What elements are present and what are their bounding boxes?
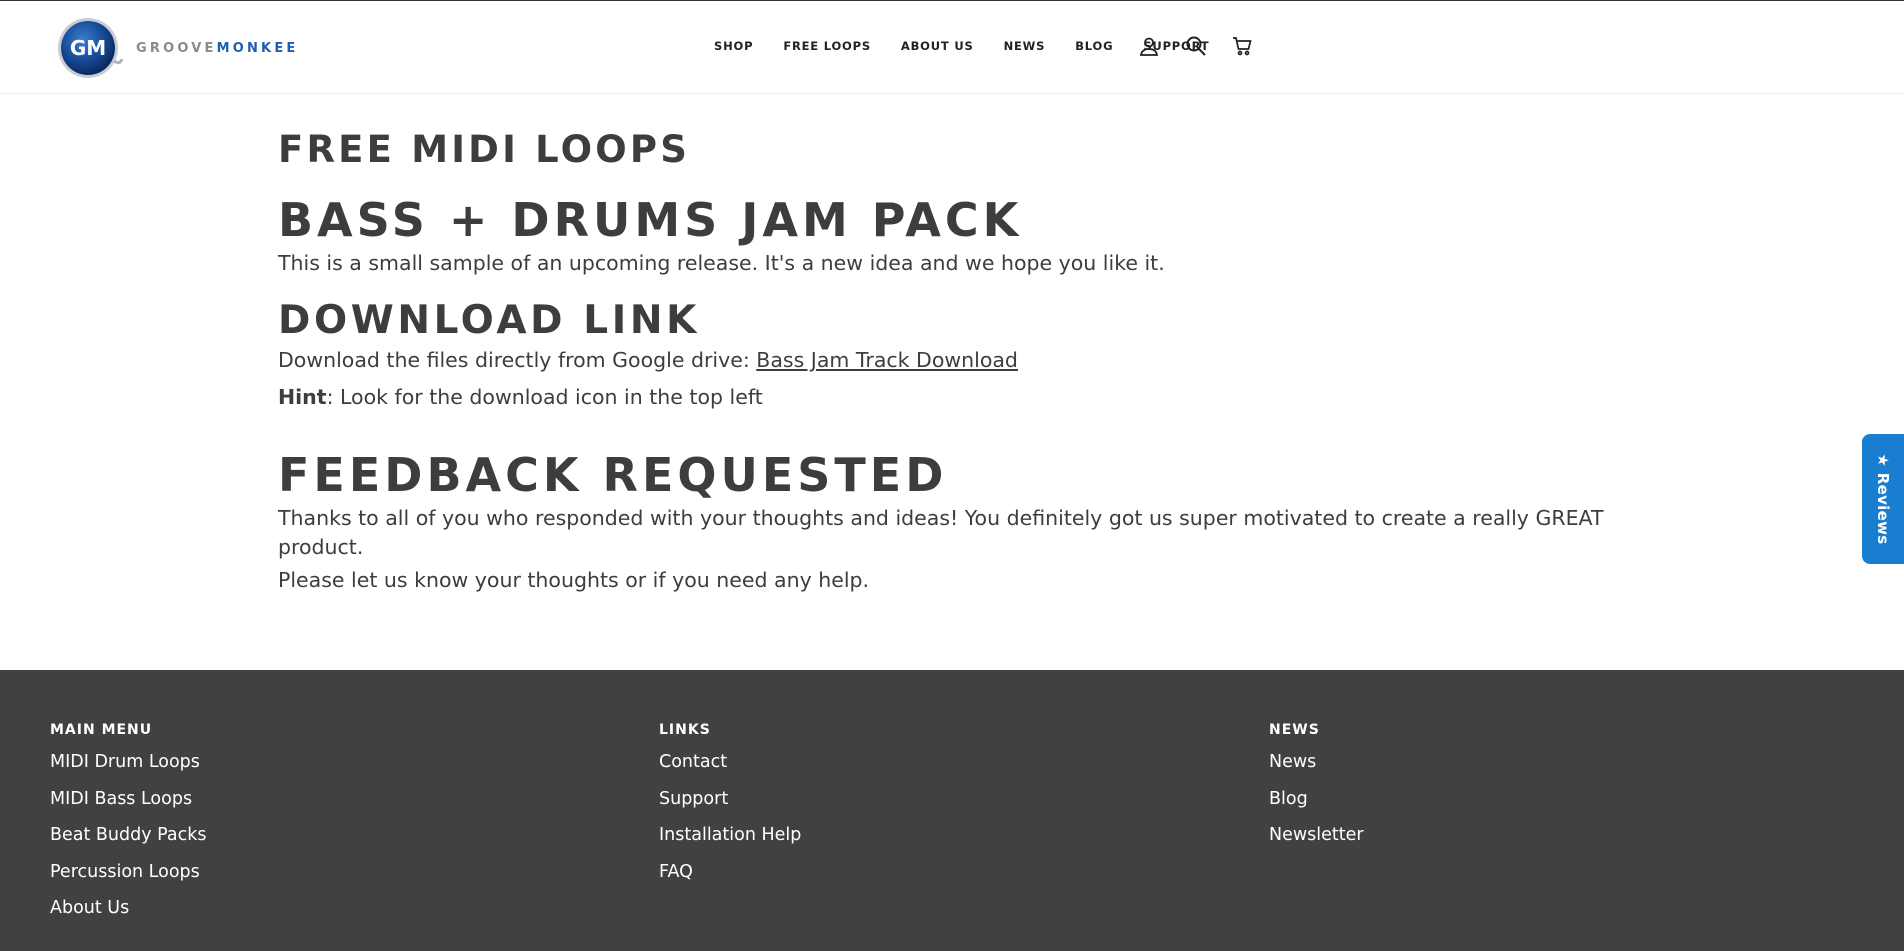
logo-badge-icon: GM (56, 17, 124, 79)
site-header: GM GROOVEMONKEE SHOP FREE LOOPS ABOUT US… (0, 0, 1904, 94)
nav-about-us[interactable]: ABOUT US (901, 39, 974, 53)
hint-paragraph: Hint: Look for the download icon in the … (278, 385, 763, 409)
download-link[interactable]: Bass Jam Track Download (756, 348, 1018, 372)
feedback-heading: FEEDBACK REQUESTED (278, 448, 948, 502)
svg-text:GM: GM (70, 36, 106, 60)
footer-link-midi-drum-loops[interactable]: MIDI Drum Loops (50, 752, 207, 789)
footer-column-main-menu: MAIN MENU MIDI Drum Loops MIDI Bass Loop… (50, 722, 207, 935)
search-icon[interactable] (1185, 35, 1209, 59)
hint-label: Hint (278, 385, 327, 409)
pack-heading: BASS + DRUMS JAM PACK (278, 193, 1023, 247)
footer-column-news: NEWS News Blog Newsletter (1269, 722, 1364, 862)
footer-link-support[interactable]: Support (659, 789, 801, 826)
footer-link-installation-help[interactable]: Installation Help (659, 825, 801, 862)
logo-link[interactable]: GM GROOVEMONKEE (56, 17, 298, 79)
feedback-text: Thanks to all of you who responded with … (278, 506, 1604, 559)
hint-text: : Look for the download icon in the top … (326, 385, 763, 409)
footer-column-links: LINKS Contact Support Installation Help … (659, 722, 801, 898)
help-text: Please let us know your thoughts or if y… (278, 568, 870, 592)
footer-link-beat-buddy-packs[interactable]: Beat Buddy Packs (50, 825, 207, 862)
footer-link-midi-bass-loops[interactable]: MIDI Bass Loops (50, 789, 207, 826)
footer-link-newsletter[interactable]: Newsletter (1269, 825, 1364, 862)
download-paragraph: Download the files directly from Google … (278, 348, 1018, 372)
nav-blog[interactable]: BLOG (1075, 39, 1113, 53)
download-heading: DOWNLOAD LINK (278, 298, 700, 343)
download-text: Download the files directly from Google … (278, 348, 757, 372)
footer-link-contact[interactable]: Contact (659, 752, 801, 789)
nav-shop[interactable]: SHOP (714, 39, 753, 53)
footer-link-about-us[interactable]: About Us (50, 898, 207, 935)
pack-description: This is a small sample of an upcoming re… (278, 251, 1165, 275)
footer-heading: MAIN MENU (50, 722, 153, 738)
footer-link-news[interactable]: News (1269, 752, 1364, 789)
brand-name: GROOVEMONKEE (136, 40, 299, 56)
footer-link-blog[interactable]: Blog (1269, 789, 1364, 826)
account-icon[interactable] (1138, 35, 1162, 59)
cart-icon[interactable] (1231, 35, 1255, 59)
site-footer: MAIN MENU MIDI Drum Loops MIDI Bass Loop… (0, 670, 1904, 951)
footer-heading: NEWS (1269, 722, 1320, 738)
page-title: FREE MIDI LOOPS (278, 128, 691, 171)
footer-link-faq[interactable]: FAQ (659, 862, 801, 899)
reviews-tab-label: ★ Reviews (1874, 453, 1892, 545)
footer-link-percussion-loops[interactable]: Percussion Loops (50, 862, 207, 899)
reviews-tab[interactable]: ★ Reviews (1862, 434, 1904, 564)
nav-free-loops[interactable]: FREE LOOPS (783, 39, 871, 53)
nav-news[interactable]: NEWS (1004, 39, 1046, 53)
footer-heading: LINKS (659, 722, 711, 738)
